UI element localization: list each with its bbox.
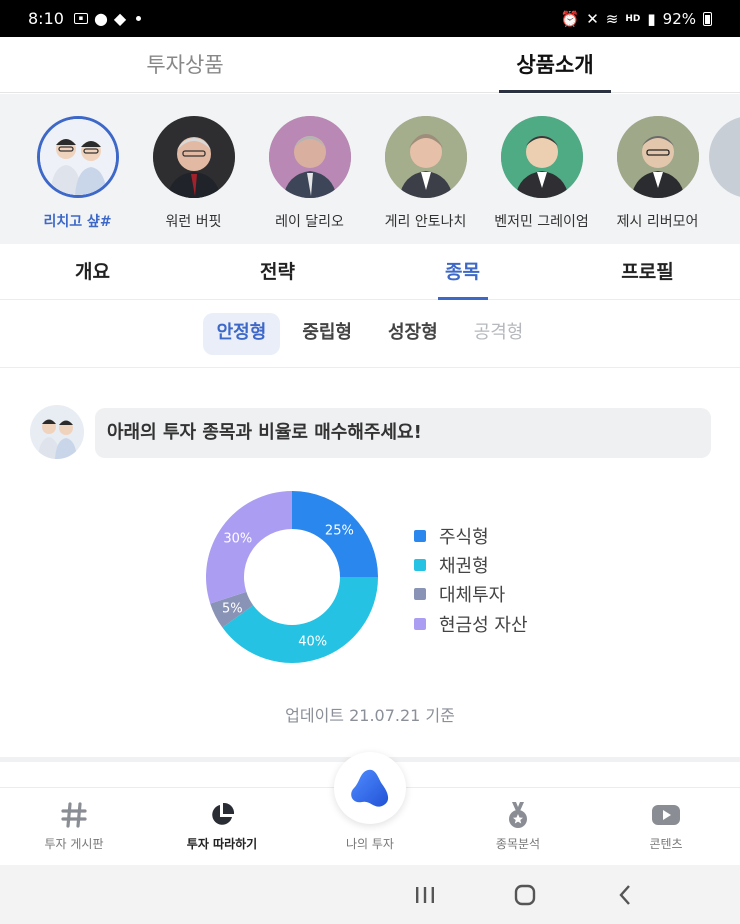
message-avatar [30,405,84,459]
instruction-message: 아래의 투자 종목과 비율로 매수해주세요! [95,408,711,458]
back-button[interactable] [605,875,645,915]
notification-icons: ▪ ● ◆ [73,9,142,28]
recent-apps-button[interactable] [405,875,445,915]
investor-list: 리치고 샾# 워런 버핏 레이 달리오 게리 안토나치 벤저민 그레이엄 제시 … [0,94,740,244]
risk-type-selector: 안정형 중립형 성장형 공격형 [0,313,740,355]
my-invest-fab[interactable] [334,752,406,824]
tab-profile[interactable]: 프로필 [555,244,740,299]
legend-item: 채권형 [414,550,528,579]
investor-antonacci[interactable]: 게리 안토나치 [382,94,469,244]
investor-partial[interactable] [709,94,740,244]
nav-follow-invest[interactable]: 투자 따라하기 [148,788,296,865]
tab-product-intro[interactable]: 상품소개 [370,37,740,92]
signal-icon: ▮ [647,9,656,28]
battery-percent: 92% [662,9,696,28]
type-growth[interactable]: 성장형 [374,313,452,355]
network-label: HD [625,13,641,24]
back-icon [619,884,630,905]
tab-holdings[interactable]: 종목 [370,244,555,299]
investor-graham[interactable]: 벤저민 그레이엄 [494,94,589,244]
investor-name: 제시 리버모어 [616,214,699,230]
cloud-icon: ◆ [113,9,127,28]
nav-label: 나의 투자 [346,837,394,851]
system-navigation-bar [0,865,740,924]
legend-swatch [414,529,426,542]
home-icon [514,884,536,905]
avatar [384,116,467,198]
legend-swatch [414,588,426,601]
tab-investment-products[interactable]: 투자상품 [0,37,370,92]
legend-label: 현금성 자산 [439,614,528,636]
investor-name: 벤저민 그레이엄 [494,214,589,230]
avatar [36,116,119,198]
legend-item: 대체투자 [414,580,528,609]
type-neutral[interactable]: 중립형 [288,313,366,355]
top-tabs: 투자상품 상품소개 [0,37,740,93]
avatar [268,116,351,198]
nav-label: 콘텐츠 [649,837,683,851]
avatar [709,116,740,198]
hash-icon [60,800,88,830]
legend-item: 현금성 자산 [414,609,528,638]
battery-icon [703,11,712,26]
recent-apps-icon [416,886,434,903]
chat-icon: ● [93,9,108,28]
type-stable[interactable]: 안정형 [202,313,281,355]
donut-label-1: 40% [298,635,327,650]
investor-name: 워런 버핏 [165,214,222,230]
nav-contents[interactable]: 콘텐츠 [592,788,740,865]
pie-chart-icon [208,800,236,830]
medal-icon [504,800,532,830]
investor-dalio[interactable]: 레이 달리오 [266,94,353,244]
donut-label-0: 25% [325,524,354,539]
avatar [152,116,235,198]
divider [0,367,740,368]
nav-label: 투자 게시판 [44,837,104,851]
investor-richigo[interactable]: 리치고 샾# [34,94,121,244]
notification-icon: ▪ [73,13,88,24]
nav-board[interactable]: 투자 게시판 [0,788,148,865]
donut-label-3: 30% [223,532,252,547]
nav-stock-analysis[interactable]: 종목분석 [444,788,592,865]
investor-livermore[interactable]: 제시 리버모어 [614,94,701,244]
legend-swatch [414,558,426,571]
chart-legend: 주식형 채권형 대체투자 현금성 자산 [414,521,528,638]
nav-label: 종목분석 [495,837,541,851]
status-time: 8:10 [28,9,64,28]
tab-strategy[interactable]: 전략 [185,244,370,299]
avatar [616,116,699,198]
nav-label: 투자 따라하기 [186,837,258,851]
donut-slice-3 [206,491,292,604]
investor-buffett[interactable]: 워런 버핏 [150,94,237,244]
investor-name: 레이 달리오 [275,214,344,230]
wifi-icon: ≋ [605,9,619,28]
legend-swatch [414,617,426,630]
investor-name: 리치고 샾# [43,214,112,230]
donut-label-2: 5% [222,601,243,616]
alarm-icon: ⏰ [560,9,580,28]
my-invest-icon [351,769,389,807]
legend-label: 주식형 [439,526,489,548]
avatar [500,116,583,198]
mute-icon: ✕ [586,9,599,28]
legend-item: 주식형 [414,521,528,550]
legend-label: 채권형 [439,555,489,577]
type-aggressive: 공격형 [473,322,524,343]
home-button[interactable] [505,875,545,915]
update-date: 업데이트 21.07.21 기준 [285,706,455,725]
tab-overview[interactable]: 개요 [0,244,185,299]
section-tabs: 개요 전략 종목 프로필 [0,244,740,300]
more-notifications-icon [136,16,142,21]
video-play-icon [651,800,681,830]
legend-label: 대체투자 [439,585,506,607]
status-bar: 8:10 ▪ ● ◆ ⏰ ✕ ≋ HD ▮ 92% [0,0,740,37]
investor-name: 게리 안토나치 [384,214,467,230]
allocation-donut-chart: 25% 40% 5% 30% [206,491,378,663]
